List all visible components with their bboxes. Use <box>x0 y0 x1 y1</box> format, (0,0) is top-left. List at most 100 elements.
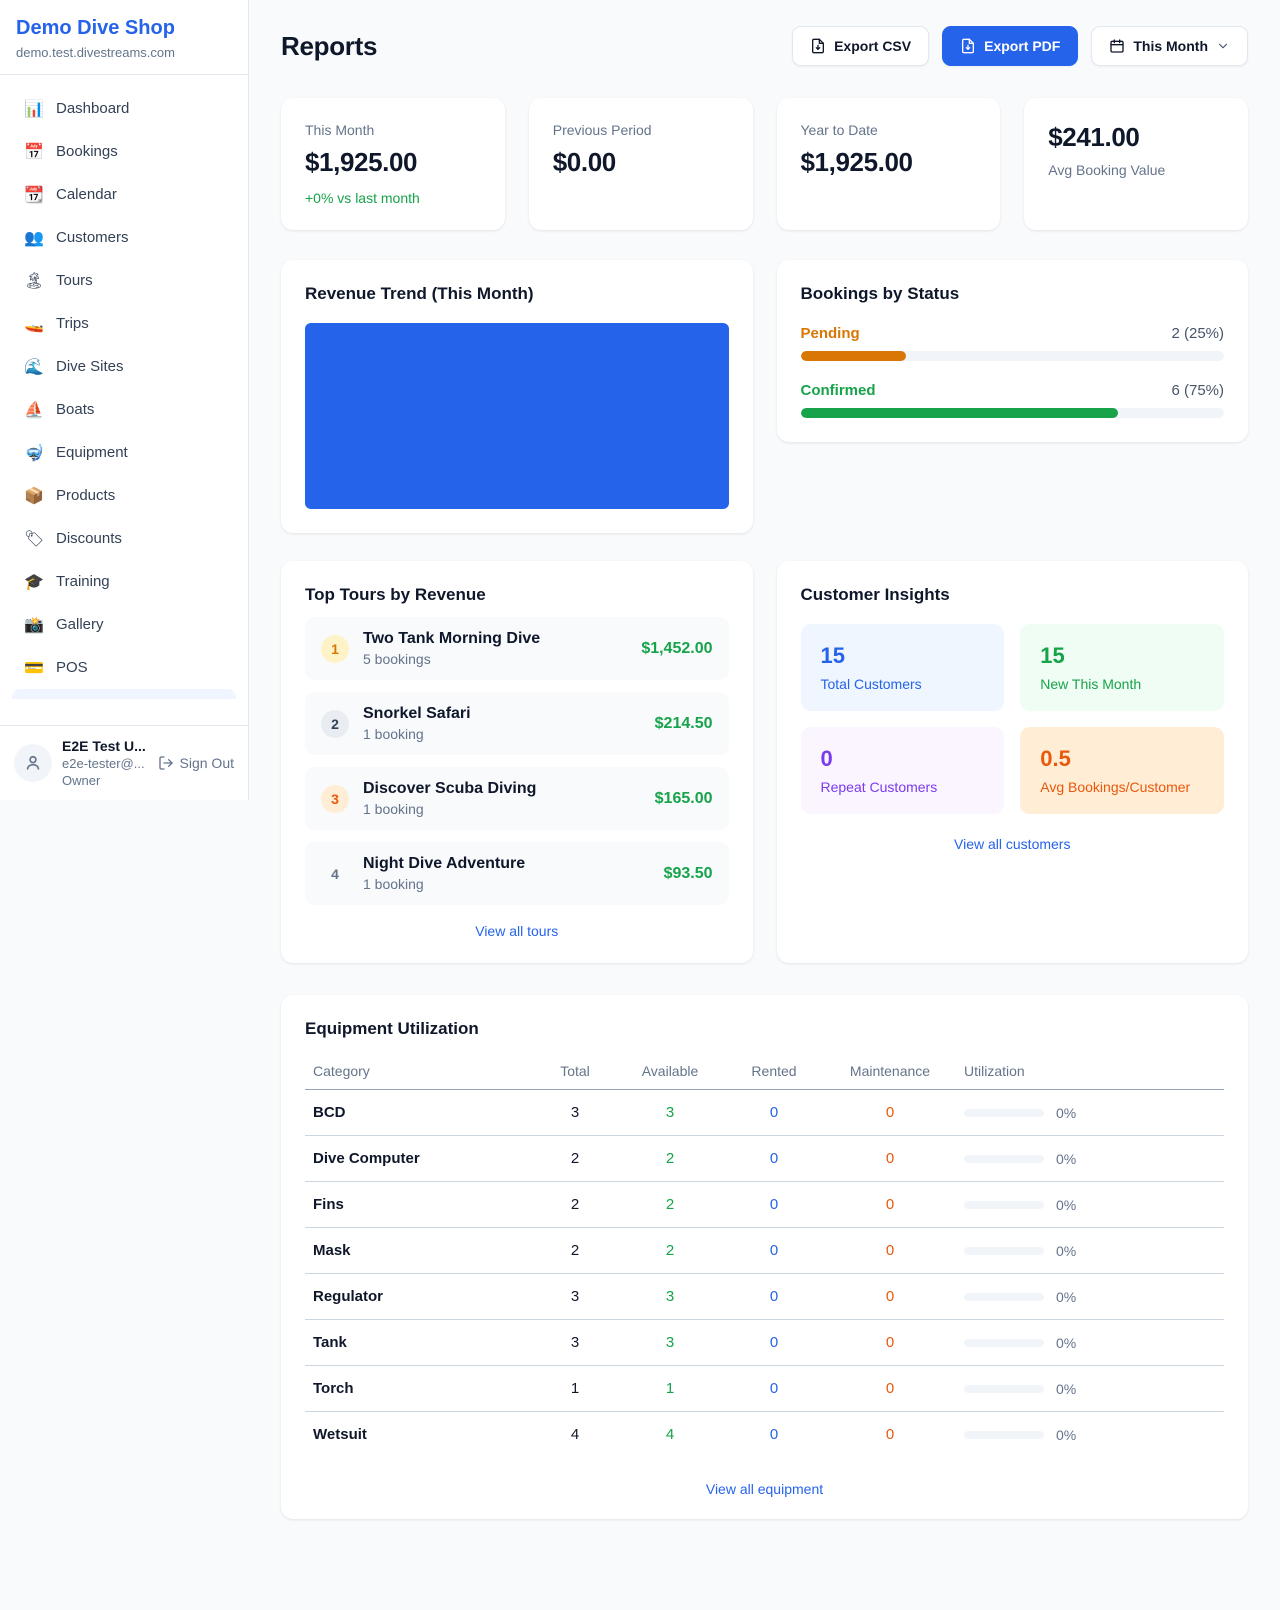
utilization-bar <box>964 1339 1044 1347</box>
logout-icon <box>158 755 174 771</box>
table-row: Fins 2 2 0 0 0% <box>305 1182 1224 1228</box>
export-pdf-button[interactable]: Export PDF <box>942 26 1078 66</box>
user-meta: E2E Test U... e2e-tester@... Owner <box>62 738 146 788</box>
diving-mask-icon: 🤿 <box>24 443 44 463</box>
progress-fill <box>801 351 907 361</box>
table-row: Wetsuit 4 4 0 0 0% <box>305 1412 1224 1458</box>
revenue-trend-chart <box>305 323 729 509</box>
camera-icon: 📸 <box>24 615 44 635</box>
stat-label: Year to Date <box>801 122 977 138</box>
stat-value: $1,925.00 <box>801 147 977 178</box>
file-download-icon <box>810 38 826 54</box>
utilization-bar <box>964 1293 1044 1301</box>
stat-value: $1,925.00 <box>305 147 481 178</box>
cell-available: 2 <box>616 1228 724 1274</box>
cell-category: Fins <box>305 1182 534 1228</box>
tour-revenue: $165.00 <box>655 790 713 808</box>
sidebar-item-bookings[interactable]: 📅Bookings <box>12 130 236 173</box>
cell-category: Mask <box>305 1228 534 1274</box>
sidebar-item-dashboard[interactable]: 📊Dashboard <box>12 87 236 130</box>
avatar <box>14 744 52 782</box>
sidebar: Demo Dive Shop demo.test.divestreams.com… <box>0 0 249 800</box>
cell-rented: 0 <box>724 1274 824 1320</box>
tour-bookings: 1 booking <box>363 876 525 892</box>
cell-total: 3 <box>534 1274 616 1320</box>
header-actions: Export CSV Export PDF This Month <box>792 26 1248 66</box>
view-all-equipment-link[interactable]: View all equipment <box>305 1481 1224 1497</box>
rank-badge: 2 <box>321 710 349 738</box>
equipment-utilization-card: Equipment Utilization Category Total Ava… <box>281 995 1248 1519</box>
column-header-utilization: Utilization <box>956 1053 1224 1090</box>
insight-tile-new-this-month: 15 New This Month <box>1020 624 1224 711</box>
tag-icon: 🏷 <box>24 529 44 549</box>
sidebar-item-discounts[interactable]: 🏷Discounts <box>12 517 236 560</box>
stats-row: This Month $1,925.00 +0% vs last month P… <box>281 98 1248 230</box>
status-label: Pending <box>801 325 860 342</box>
utilization-bar <box>964 1431 1044 1439</box>
cell-category: Dive Computer <box>305 1136 534 1182</box>
table-header-row: Category Total Available Rented Maintena… <box>305 1053 1224 1090</box>
utilization-percent: 0% <box>1056 1335 1076 1351</box>
insight-label: Total Customers <box>821 676 985 692</box>
table-row: Tank 3 3 0 0 0% <box>305 1320 1224 1366</box>
insights-grid: 15 Total Customers 15 New This Month 0 R… <box>801 624 1225 814</box>
charts-row: Revenue Trend (This Month) Bookings by S… <box>281 260 1248 533</box>
export-csv-button[interactable]: Export CSV <box>792 26 929 66</box>
column-header-maintenance: Maintenance <box>824 1053 956 1090</box>
utilization-percent: 0% <box>1056 1381 1076 1397</box>
sidebar-item-label: Dive Sites <box>56 358 124 375</box>
cell-total: 2 <box>534 1136 616 1182</box>
period-dropdown[interactable]: This Month <box>1091 26 1248 66</box>
brand-domain: demo.test.divestreams.com <box>16 45 232 60</box>
stat-value: $241.00 <box>1048 122 1224 153</box>
insight-value: 0 <box>821 746 985 772</box>
tour-row: 4 Night Dive Adventure1 booking $93.50 <box>305 842 729 905</box>
cell-total: 2 <box>534 1228 616 1274</box>
column-header-total: Total <box>534 1053 616 1090</box>
sidebar-item-label: Trips <box>56 315 89 332</box>
tour-row: 1 Two Tank Morning Dive5 bookings $1,452… <box>305 617 729 680</box>
cell-category: Regulator <box>305 1274 534 1320</box>
sidebar-item-training[interactable]: 🎓Training <box>12 560 236 603</box>
sidebar-item-reports-partial[interactable] <box>12 689 236 699</box>
page-header: Reports Export CSV Export PDF This Month <box>281 26 1248 66</box>
cell-rented: 0 <box>724 1412 824 1458</box>
stat-delta: +0% vs last month <box>305 190 481 206</box>
package-icon: 📦 <box>24 486 44 506</box>
sidebar-item-boats[interactable]: ⛵Boats <box>12 388 236 431</box>
sidebar-item-gallery[interactable]: 📸Gallery <box>12 603 236 646</box>
sidebar-item-trips[interactable]: 🚤Trips <box>12 302 236 345</box>
sidebar-item-customers[interactable]: 👥Customers <box>12 216 236 259</box>
sign-out-button[interactable]: Sign Out <box>158 755 234 771</box>
brand: Demo Dive Shop demo.test.divestreams.com <box>0 0 248 75</box>
stat-card-year-to-date: Year to Date $1,925.00 <box>777 98 1001 230</box>
sidebar-item-pos[interactable]: 💳POS <box>12 646 236 689</box>
insights-row: Top Tours by Revenue 1 Two Tank Morning … <box>281 561 1248 963</box>
view-all-tours-link[interactable]: View all tours <box>305 923 729 939</box>
people-icon: 👥 <box>24 228 44 248</box>
sidebar-item-dive-sites[interactable]: 🌊Dive Sites <box>12 345 236 388</box>
cell-total: 3 <box>534 1090 616 1136</box>
sidebar-item-calendar[interactable]: 📆Calendar <box>12 173 236 216</box>
top-tours-title: Top Tours by Revenue <box>305 585 729 605</box>
cell-maintenance: 0 <box>824 1274 956 1320</box>
sidebar-item-equipment[interactable]: 🤿Equipment <box>12 431 236 474</box>
chevron-down-icon <box>1216 39 1230 53</box>
cell-category: Wetsuit <box>305 1412 534 1458</box>
table-row: Torch 1 1 0 0 0% <box>305 1366 1224 1412</box>
credit-card-icon: 💳 <box>24 658 44 678</box>
tour-revenue: $1,452.00 <box>641 640 712 658</box>
cell-total: 3 <box>534 1320 616 1366</box>
cell-rented: 0 <box>724 1228 824 1274</box>
tour-revenue: $93.50 <box>664 865 713 883</box>
stat-label: This Month <box>305 122 481 138</box>
cell-category: Tank <box>305 1320 534 1366</box>
user-role: Owner <box>62 773 146 788</box>
sidebar-item-tours[interactable]: 🏝Tours <box>12 259 236 302</box>
tour-revenue: $214.50 <box>655 715 713 733</box>
sidebar-item-products[interactable]: 📦Products <box>12 474 236 517</box>
cell-rented: 0 <box>724 1366 824 1412</box>
view-all-customers-link[interactable]: View all customers <box>801 836 1225 852</box>
insight-label: New This Month <box>1040 676 1204 692</box>
graduation-cap-icon: 🎓 <box>24 572 44 592</box>
